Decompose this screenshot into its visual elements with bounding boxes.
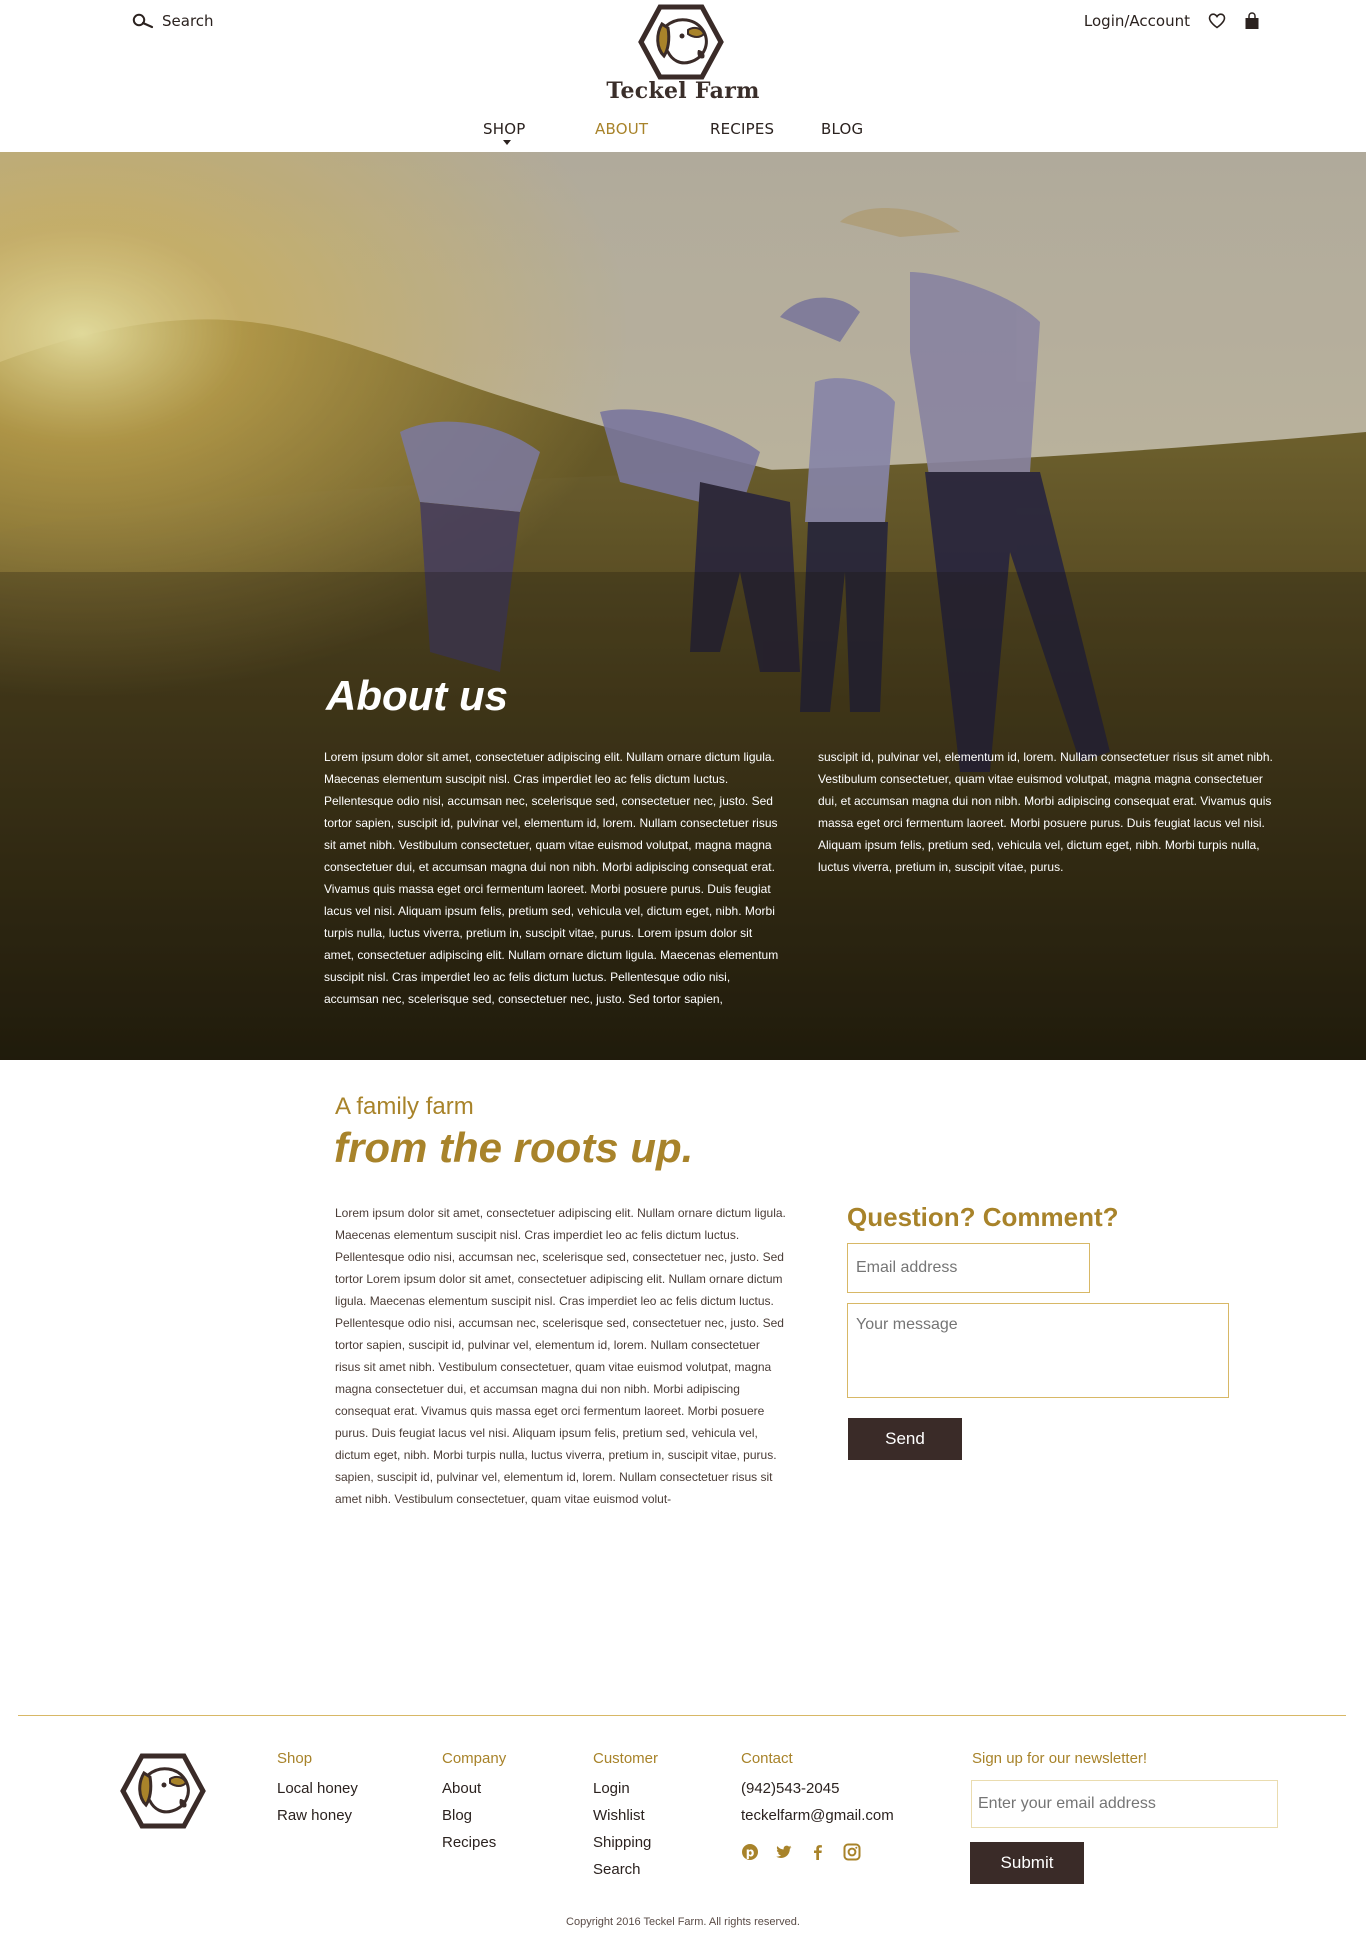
footer-shop-column: Shop Local honey Raw honey: [277, 1750, 358, 1829]
hero-text-column-1: Lorem ipsum dolor sit amet, consectetuer…: [324, 750, 779, 1006]
social-links: p: [741, 1843, 894, 1861]
family-body-text: Lorem ipsum dolor sit amet, consectetuer…: [335, 1206, 786, 1506]
newsletter-submit-button[interactable]: Submit: [970, 1842, 1084, 1884]
footer-phone[interactable]: (942)543-2045: [741, 1775, 894, 1802]
nav-about[interactable]: ABOUT: [595, 120, 648, 138]
footer-divider: [18, 1715, 1346, 1716]
footer-contact-column: Contact (942)543-2045 teckelfarm@gmail.c…: [741, 1750, 894, 1861]
newsletter-email-input[interactable]: [971, 1780, 1278, 1828]
family-kicker: A family farm: [335, 1093, 474, 1120]
header-actions: Login/Account: [1084, 12, 1260, 30]
family-title: from the roots up.: [334, 1124, 694, 1171]
message-field[interactable]: [847, 1303, 1229, 1398]
nav-shop-label: SHOP: [483, 120, 526, 138]
footer-email[interactable]: teckelfarm@gmail.com: [741, 1802, 894, 1829]
nav-shop[interactable]: SHOP: [483, 120, 526, 145]
send-button[interactable]: Send: [848, 1418, 962, 1460]
main-nav: SHOP ABOUT RECIPES BLOG: [0, 120, 1366, 150]
search-icon: [132, 13, 154, 29]
search-button[interactable]: Search: [132, 12, 214, 30]
hero-text-column-2: suscipit id, pulvinar vel, elementum id,…: [818, 750, 1273, 874]
shopping-bag-icon: [1245, 12, 1259, 29]
svg-text:p: p: [746, 1846, 755, 1860]
footer-company-column: Company About Blog Recipes: [442, 1750, 506, 1856]
footer-link-blog[interactable]: Blog: [442, 1802, 506, 1829]
pinterest-icon[interactable]: p: [741, 1843, 759, 1861]
logo-icon[interactable]: [638, 4, 724, 80]
newsletter-title: Sign up for our newsletter!: [972, 1750, 1148, 1767]
hero-title: About us: [326, 672, 508, 719]
footer-link-about[interactable]: About: [442, 1775, 506, 1802]
brand-name: Teckel Farm: [606, 78, 760, 104]
footer-shop-heading: Shop: [277, 1750, 313, 1767]
caret-down-icon: [503, 140, 511, 145]
footer-company-heading: Company: [442, 1750, 507, 1767]
instagram-icon[interactable]: [843, 1843, 861, 1861]
footer-link-login[interactable]: Login: [593, 1775, 658, 1802]
footer-customer-heading: Customer: [593, 1750, 659, 1767]
footer-link-shipping[interactable]: Shipping: [593, 1829, 658, 1856]
cart-button[interactable]: [1244, 12, 1260, 30]
footer-link-local-honey[interactable]: Local honey: [277, 1775, 358, 1802]
wishlist-button[interactable]: [1208, 13, 1226, 29]
nav-blog[interactable]: BLOG: [821, 120, 863, 138]
search-label: Search: [162, 12, 214, 30]
footer-logo-icon[interactable]: [120, 1753, 206, 1829]
copyright: Copyright 2016 Teckel Farm. All rights r…: [566, 1916, 800, 1928]
footer-link-wishlist[interactable]: Wishlist: [593, 1802, 658, 1829]
contact-form-title: Question? Comment?: [847, 1202, 1119, 1232]
site-header: Search Teckel Farm Login/Account SHOP AB…: [0, 0, 1366, 152]
footer-link-raw-honey[interactable]: Raw honey: [277, 1802, 358, 1829]
twitter-icon[interactable]: [775, 1843, 793, 1861]
email-field[interactable]: [847, 1243, 1090, 1293]
footer-link-search[interactable]: Search: [593, 1856, 658, 1883]
hero-section: About us Lorem ipsum dolor sit amet, con…: [0, 152, 1366, 1060]
footer-customer-column: Customer Login Wishlist Shipping Search: [593, 1750, 658, 1883]
login-account-link[interactable]: Login/Account: [1084, 12, 1190, 30]
heart-icon: [1208, 13, 1226, 29]
hero-text: Lorem ipsum dolor sit amet, consectetuer…: [324, 746, 1276, 1010]
nav-recipes[interactable]: RECIPES: [710, 120, 774, 138]
footer-link-recipes[interactable]: Recipes: [442, 1829, 506, 1856]
facebook-icon[interactable]: [809, 1843, 827, 1861]
footer-contact-heading: Contact: [741, 1750, 793, 1767]
